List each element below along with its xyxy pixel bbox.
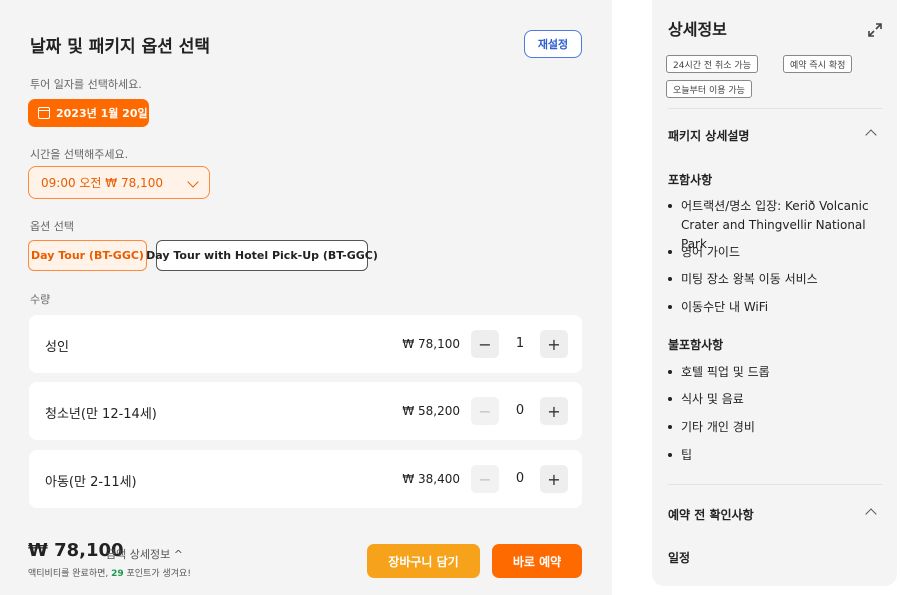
decrement-button[interactable]: − [471,330,499,358]
points-value: 29 [111,569,124,579]
add-to-cart-button[interactable]: 장바구니 담기 [367,544,480,578]
divider [668,108,882,109]
time-select[interactable]: 09:00 오전 ₩ 78,100 [28,166,210,199]
points-text-after: 포인트가 생겨요! [123,569,191,579]
notice-section-title[interactable]: 예약 전 확인사항 [668,506,754,523]
option-prompt: 옵션 선택 [30,220,74,233]
option-day-tour[interactable]: Day Tour (BT-GGC) [28,240,147,271]
chevron-up-icon[interactable] [865,508,877,520]
excluded-title: 불포함사항 [668,338,724,352]
quantity-value: 0 [515,471,525,486]
book-now-button[interactable]: 바로 예약 [492,544,582,578]
included-item: 미팅 장소 왕복 이동 서비스 [668,270,890,289]
option-day-tour-hotel-pickup[interactable]: Day Tour with Hotel Pick-Up (BT-GGC) [146,240,378,271]
details-title: 상세정보 [668,20,727,39]
increment-button[interactable]: + [540,330,568,358]
quantity-name: 청소년(만 12-14세) [45,407,157,422]
increment-button[interactable]: + [540,397,568,425]
quantity-value: 1 [515,336,525,351]
quantity-prompt: 수량 [30,293,51,306]
included-title: 포함사항 [668,173,713,187]
included-item: 영어 가이드 [668,243,890,262]
increment-button[interactable]: + [540,465,568,493]
excluded-item: 호텔 픽업 및 드롭 [668,363,890,382]
booking-panel: 날짜 및 패키지 옵션 선택 재설정 투어 일자를 선택하세요. 2023년 1… [0,0,612,595]
details-panel: 상세정보 24시간 전 취소 가능 예약 즉시 확정 오늘부터 이용 가능 패키… [652,0,897,586]
included-item: 이동수단 내 WiFi [668,298,890,317]
quantity-name: 아동(만 2-11세) [45,475,137,490]
tag-available: 오늘부터 이용 가능 [666,80,752,98]
itinerary-title: 일정 [668,551,691,565]
price-detail-toggle[interactable]: 금액 상세정보 ^ [106,546,183,562]
tag-cancel: 24시간 전 취소 가능 [666,55,758,73]
chevron-down-icon [187,176,199,188]
decrement-button[interactable]: − [471,465,499,493]
divider [668,484,882,485]
time-value: 09:00 오전 ₩ 78,100 [41,176,163,190]
quantity-name: 성인 [45,340,69,355]
points-notice: 액티비티를 완료하면, 29 포인트가 생겨요! [28,566,191,579]
points-text-before: 액티비티를 완료하면, [28,569,112,579]
page-title: 날짜 및 패키지 옵션 선택 [30,37,211,57]
quantity-row-child: 아동(만 2-11세) ₩ 38,400 − 0 + [29,450,582,508]
quantity-price: ₩ 78,100 [402,337,460,351]
excluded-item: 식사 및 음료 [668,390,890,409]
date-prompt: 투어 일자를 선택하세요. [30,78,142,91]
quantity-price: ₩ 58,200 [402,404,460,418]
excluded-item: 팁 [668,446,890,465]
date-picker-button[interactable]: 2023년 1월 20일 [28,99,149,127]
reset-button[interactable]: 재설정 [524,30,582,58]
tag-confirm: 예약 즉시 확정 [783,55,853,73]
excluded-item: 기타 개인 경비 [668,418,890,437]
decrement-button[interactable]: − [471,397,499,425]
package-section-title[interactable]: 패키지 상세설명 [668,127,749,144]
time-prompt: 시간을 선택해주세요. [30,148,129,161]
quantity-price: ₩ 38,400 [402,472,460,486]
expand-icon[interactable] [868,22,882,37]
quantity-row-youth: 청소년(만 12-14세) ₩ 58,200 − 0 + [29,382,582,440]
chevron-up-icon[interactable] [865,129,877,141]
quantity-value: 0 [515,403,525,418]
quantity-row-adult: 성인 ₩ 78,100 − 1 + [29,315,582,373]
date-value: 2023년 1월 20일 [56,107,148,120]
calendar-icon [38,107,50,119]
